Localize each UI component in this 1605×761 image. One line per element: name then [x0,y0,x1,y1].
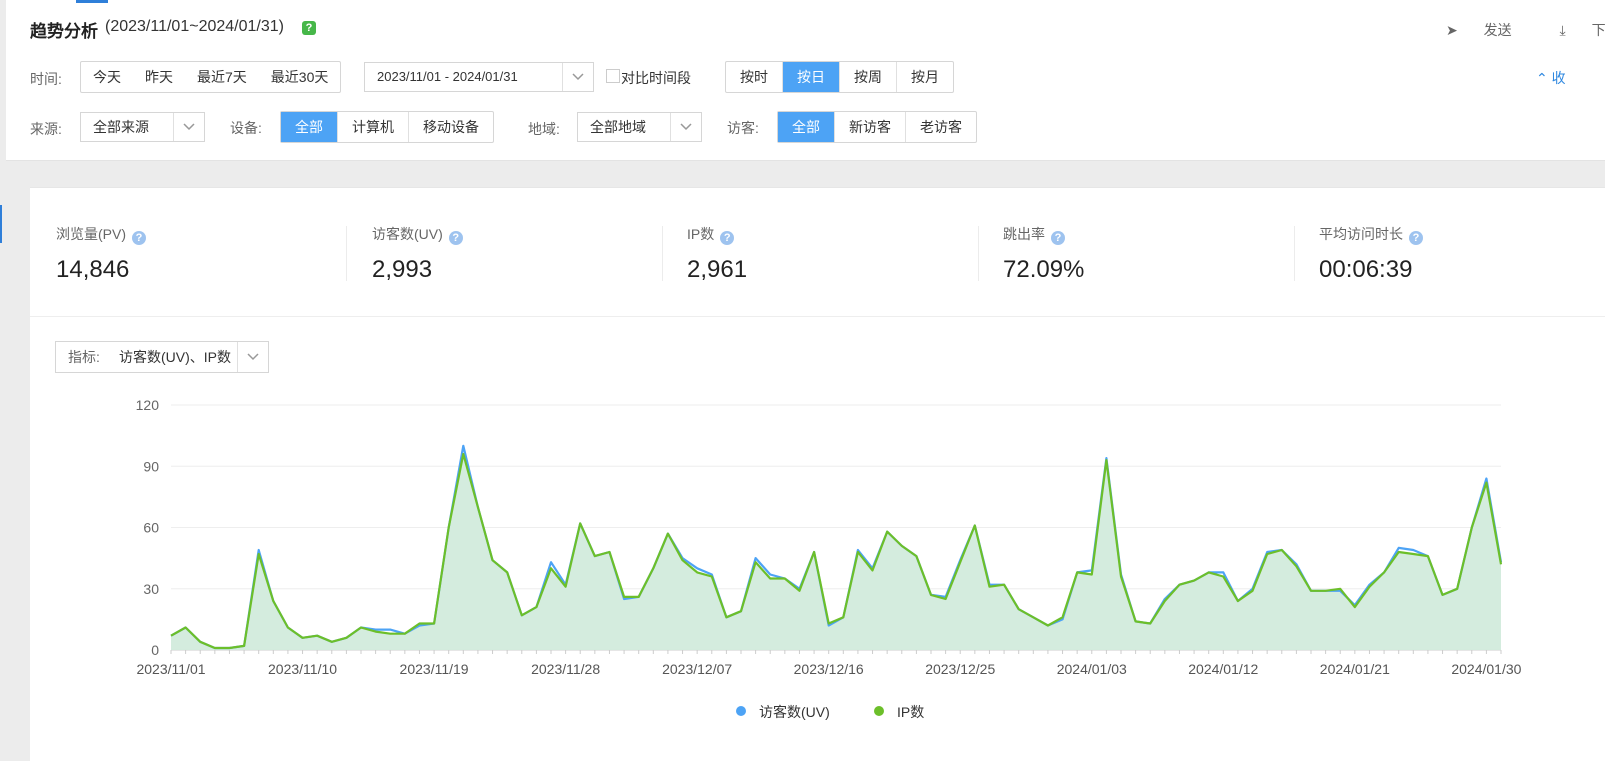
x-tick-label: 2023/12/16 [794,661,864,677]
y-tick-label: 60 [143,520,159,536]
legend-uv-label: 访客数(UV) [759,704,830,720]
legend-ip-label: IP数 [897,704,925,720]
x-tick-label: 2023/11/19 [400,661,469,677]
x-tick-label: 2023/12/25 [925,661,995,677]
y-tick-label: 90 [143,458,159,474]
legend-uv-dot [736,706,746,716]
y-tick-label: 30 [143,581,159,597]
x-tick-label: 2024/01/21 [1320,661,1390,677]
x-tick-label: 2024/01/12 [1188,661,1258,677]
y-tick-label: 120 [136,397,160,413]
x-tick-label: 2023/11/10 [268,661,337,677]
x-tick-label: 2023/12/07 [662,661,732,677]
legend-ip-dot [874,706,884,716]
x-tick-label: 2023/11/01 [136,661,205,677]
x-tick-label: 2024/01/30 [1451,661,1521,677]
x-tick-label: 2024/01/03 [1057,661,1127,677]
trend-line-chart: 0 30 60 90 120 2023/11/01 2023/11/10 2023/11/19… [136,397,1522,677]
legend-ip[interactable]: IP数 [874,702,924,722]
x-tick-label: 2023/11/28 [531,661,600,677]
y-tick-label: 0 [151,642,159,658]
legend-uv[interactable]: 访客数(UV) [736,702,830,722]
